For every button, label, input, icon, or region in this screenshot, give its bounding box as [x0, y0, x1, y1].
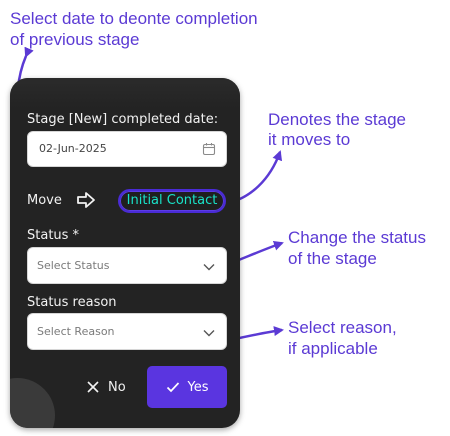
- dialog-top-shade: [10, 78, 240, 108]
- reason-placeholder: Select Reason: [37, 325, 115, 338]
- decorative-blob: [10, 378, 55, 428]
- status-label: Status *: [27, 228, 80, 243]
- status-reason-label: Status reason: [27, 295, 117, 310]
- close-icon: [87, 381, 99, 393]
- completed-date-value: 02-Jun-2025: [39, 142, 107, 155]
- completed-date-field[interactable]: 02-Jun-2025: [27, 131, 227, 167]
- screenshot-canvas: Select date to deonte completion of prev…: [0, 0, 450, 436]
- annotation-select-date-line2: of previous stage: [10, 30, 140, 49]
- annotation-denotes-stage-line2: it moves to: [268, 130, 351, 149]
- annotation-change-status-line1: Change the status: [288, 228, 426, 247]
- annotation-select-reason-line1: Select reason,: [288, 318, 397, 337]
- status-placeholder: Select Status: [37, 259, 110, 272]
- arrow-right-icon: [77, 192, 95, 208]
- no-button[interactable]: No: [86, 374, 126, 400]
- status-select[interactable]: Select Status: [27, 247, 227, 284]
- status-reason-select[interactable]: Select Reason: [27, 313, 227, 350]
- no-button-label: No: [108, 379, 126, 395]
- yes-button[interactable]: Yes: [147, 366, 227, 408]
- chevron-down-icon: [203, 330, 215, 337]
- check-icon: [166, 382, 179, 393]
- annotation-select-date-line1: Select date to deonte completion: [10, 9, 258, 28]
- completed-date-label: Stage [New] completed date:: [27, 112, 219, 127]
- move-label: Move: [27, 193, 62, 208]
- chevron-down-icon: [203, 264, 215, 271]
- target-stage-pill: Initial Contact: [118, 189, 226, 213]
- annotation-select-reason-line2: if applicable: [288, 339, 378, 358]
- calendar-icon[interactable]: [202, 142, 216, 156]
- yes-button-label: Yes: [187, 379, 209, 395]
- annotation-denotes-stage-line1: Denotes the stage: [268, 110, 406, 129]
- annotation-change-status-line2: of the stage: [288, 249, 377, 268]
